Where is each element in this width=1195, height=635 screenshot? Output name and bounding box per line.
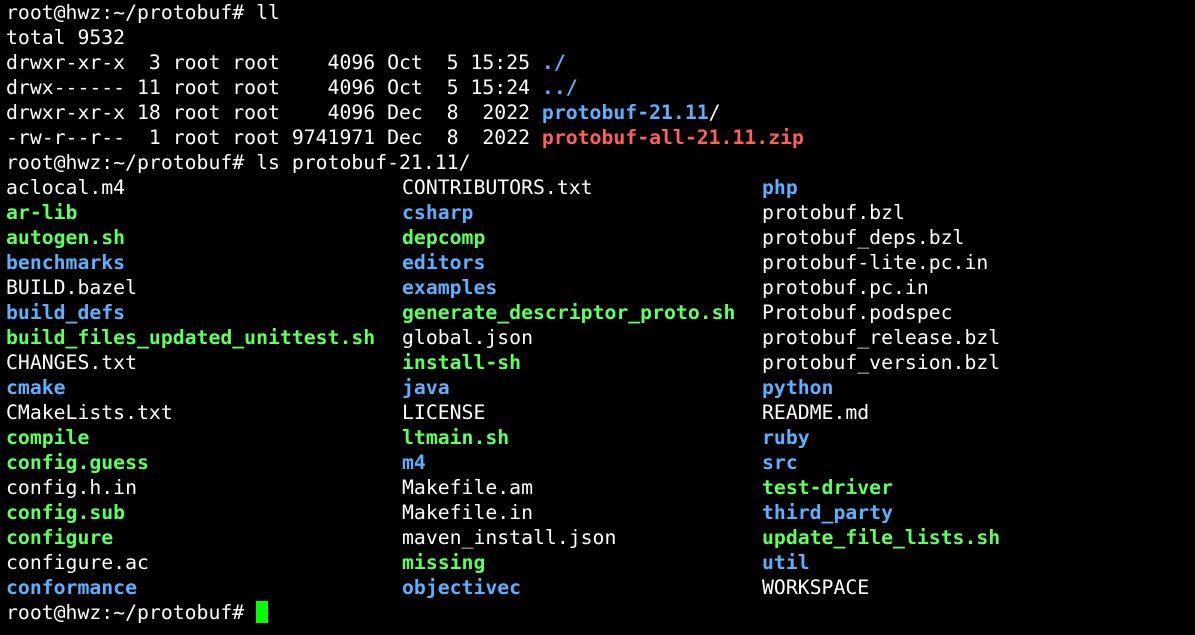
ll-entry-meta: -rw-r--r-- 1 root root 9741971 Dec 8 202…	[6, 126, 542, 149]
ll-entry: drwx------ 11 root root 4096 Oct 5 15:24…	[6, 75, 578, 100]
prompt-text: root@hwz:~/protobuf#	[6, 1, 257, 24]
ls-entry-exe: config.sub	[6, 501, 126, 524]
ls-entry-exe: config.guess	[6, 451, 149, 474]
total-line: total 9532	[6, 26, 126, 49]
ls-entry-file: protobuf.bzl	[762, 201, 905, 224]
ll-entry: drwxr-xr-x 3 root root 4096 Oct 5 15:25 …	[6, 50, 566, 75]
ls-row: benchmarks editors protobuf-lite.pc.in	[6, 250, 1191, 275]
ls-entry-dir: cmake	[6, 376, 66, 399]
ls-entry-exe: autogen.sh	[6, 226, 126, 249]
ls-entry-file: protobuf-lite.pc.in	[762, 251, 989, 274]
ls-entry-dir: java	[402, 376, 450, 399]
ls-entry-exe: ltmain.sh	[402, 426, 510, 449]
prompt-text: root@hwz:~/protobuf#	[6, 601, 257, 624]
ls-entry-dir: editors	[402, 251, 486, 274]
ls-entry-file: maven_install.json	[402, 526, 617, 549]
ls-entry-file: configure.ac	[6, 551, 149, 574]
ls-entry-file: protobuf_release.bzl	[762, 326, 1001, 349]
ls-entry-dir: csharp	[402, 201, 474, 224]
ls-entry-exe: generate_descriptor_proto.sh	[402, 301, 736, 324]
ls-entry-dir: m4	[402, 451, 426, 474]
ls-entry-file: protobuf_version.bzl	[762, 351, 1001, 374]
ls-row: config.sub Makefile.in third_party	[6, 500, 1191, 525]
ls-entry-dir: util	[762, 551, 810, 574]
ls-row: build_files_updated_unittest.sh global.js…	[6, 325, 1191, 350]
ls-entry-file: protobuf.pc.in	[762, 276, 929, 299]
ls-row: BUILD.bazel examples protobuf.pc.in	[6, 275, 1191, 300]
ll-entry-meta: drwxr-xr-x 3 root root 4096 Oct 5 15:25	[6, 51, 542, 74]
ls-entry-exe: test-driver	[762, 476, 894, 499]
ls-entry-exe: compile	[6, 426, 90, 449]
ls-row: conformance objectivec WORKSPACE	[6, 575, 1191, 600]
ls-row: cmake java python	[6, 375, 1191, 400]
command-text: ls protobuf-21.11/	[256, 151, 471, 174]
ls-row: autogen.sh depcomp protobuf_deps.bzl	[6, 225, 1191, 250]
ls-entry-exe: ar-lib	[6, 201, 78, 224]
ls-row: aclocal.m4 CONTRIBUTORS.txt php	[6, 175, 1191, 200]
ls-entry-dir: conformance	[6, 576, 138, 599]
ls-entry-file: WORKSPACE	[762, 576, 870, 599]
terminal-window[interactable]: root@hwz:~/protobuf# ll total 9532 drwxr…	[6, 0, 1191, 635]
ls-entry-file: Makefile.am	[402, 476, 534, 499]
ll-entry-meta: drwxr-xr-x 18 root root 4096 Dec 8 2022	[6, 101, 542, 124]
ls-entry-file: CMakeLists.txt	[6, 401, 173, 424]
ls-row: configure maven_install.json update_file_l…	[6, 525, 1191, 550]
ls-entry-file: CONTRIBUTORS.txt	[402, 176, 593, 199]
ls-row: configure.ac missing util	[6, 550, 1191, 575]
ls-entry-dir: python	[762, 376, 834, 399]
ls-entry-file: global.json	[402, 326, 534, 349]
ll-entry-suffix: /	[708, 101, 721, 124]
command-text: ll	[256, 1, 280, 24]
ls-entry-file: BUILD.bazel	[6, 276, 138, 299]
ls-entry-file: Protobuf.podspec	[762, 301, 953, 324]
ls-row: build_defs generate_descriptor_proto.sh Pr…	[6, 300, 1191, 325]
ls-entry-file: Makefile.in	[402, 501, 534, 524]
prompt-line-current[interactable]: root@hwz:~/protobuf#	[6, 600, 269, 625]
ls-entry-exe: configure	[6, 526, 114, 549]
ls-entry-dir: objectivec	[402, 576, 522, 599]
ls-entry-dir: examples	[402, 276, 498, 299]
ll-entry-name: protobuf-21.11	[541, 101, 709, 124]
ls-entry-dir: ruby	[762, 426, 810, 449]
ll-entry-name: ./	[541, 51, 566, 74]
ll-entry-name: protobuf-all-21.11.zip	[541, 126, 804, 149]
text-cursor	[256, 601, 269, 623]
ls-row: CMakeLists.txt LICENSE README.md	[6, 400, 1191, 425]
ls-entry-dir: third_party	[762, 501, 894, 524]
ls-row: CHANGES.txt install-sh protobuf_version.bz…	[6, 350, 1191, 375]
ls-entry-dir: build_defs	[6, 301, 126, 324]
ls-entry-file: config.h.in	[6, 476, 138, 499]
ls-row: config.guess m4 src	[6, 450, 1191, 475]
ls-entry-exe: depcomp	[402, 226, 486, 249]
ls-entry-exe: build_files_updated_unittest.sh	[6, 326, 376, 349]
ls-entry-file: aclocal.m4	[6, 176, 126, 199]
ls-entry-dir: src	[762, 451, 798, 474]
ls-entry-file: protobuf_deps.bzl	[762, 226, 965, 249]
ll-entry: -rw-r--r-- 1 root root 9741971 Dec 8 202…	[6, 125, 804, 150]
ll-entry-meta: drwx------ 11 root root 4096 Oct 5 15:24	[6, 76, 542, 99]
prompt-line-ls: root@hwz:~/protobuf# ls protobuf-21.11/	[6, 150, 470, 175]
prompt-text: root@hwz:~/protobuf#	[6, 151, 257, 174]
ls-entry-file: README.md	[762, 401, 870, 424]
ls-entry-exe: missing	[402, 551, 486, 574]
ll-entry-name: ../	[541, 76, 578, 99]
ls-row: ar-lib csharp protobuf.bzl	[6, 200, 1191, 225]
ll-entry: drwxr-xr-x 18 root root 4096 Dec 8 2022 …	[6, 100, 721, 125]
ls-entry-file: CHANGES.txt	[6, 351, 138, 374]
ls-row: config.h.in Makefile.am test-driver	[6, 475, 1191, 500]
prompt-line-ll: root@hwz:~/protobuf# ll	[6, 0, 280, 25]
ls-entry-dir: benchmarks	[6, 251, 126, 274]
ls-entry-exe: install-sh	[402, 351, 522, 374]
ls-entry-exe: update_file_lists.sh	[762, 526, 1001, 549]
ls-entry-dir: php	[762, 176, 798, 199]
ls-row: compile ltmain.sh ruby	[6, 425, 1191, 450]
ls-entry-file: LICENSE	[402, 401, 486, 424]
